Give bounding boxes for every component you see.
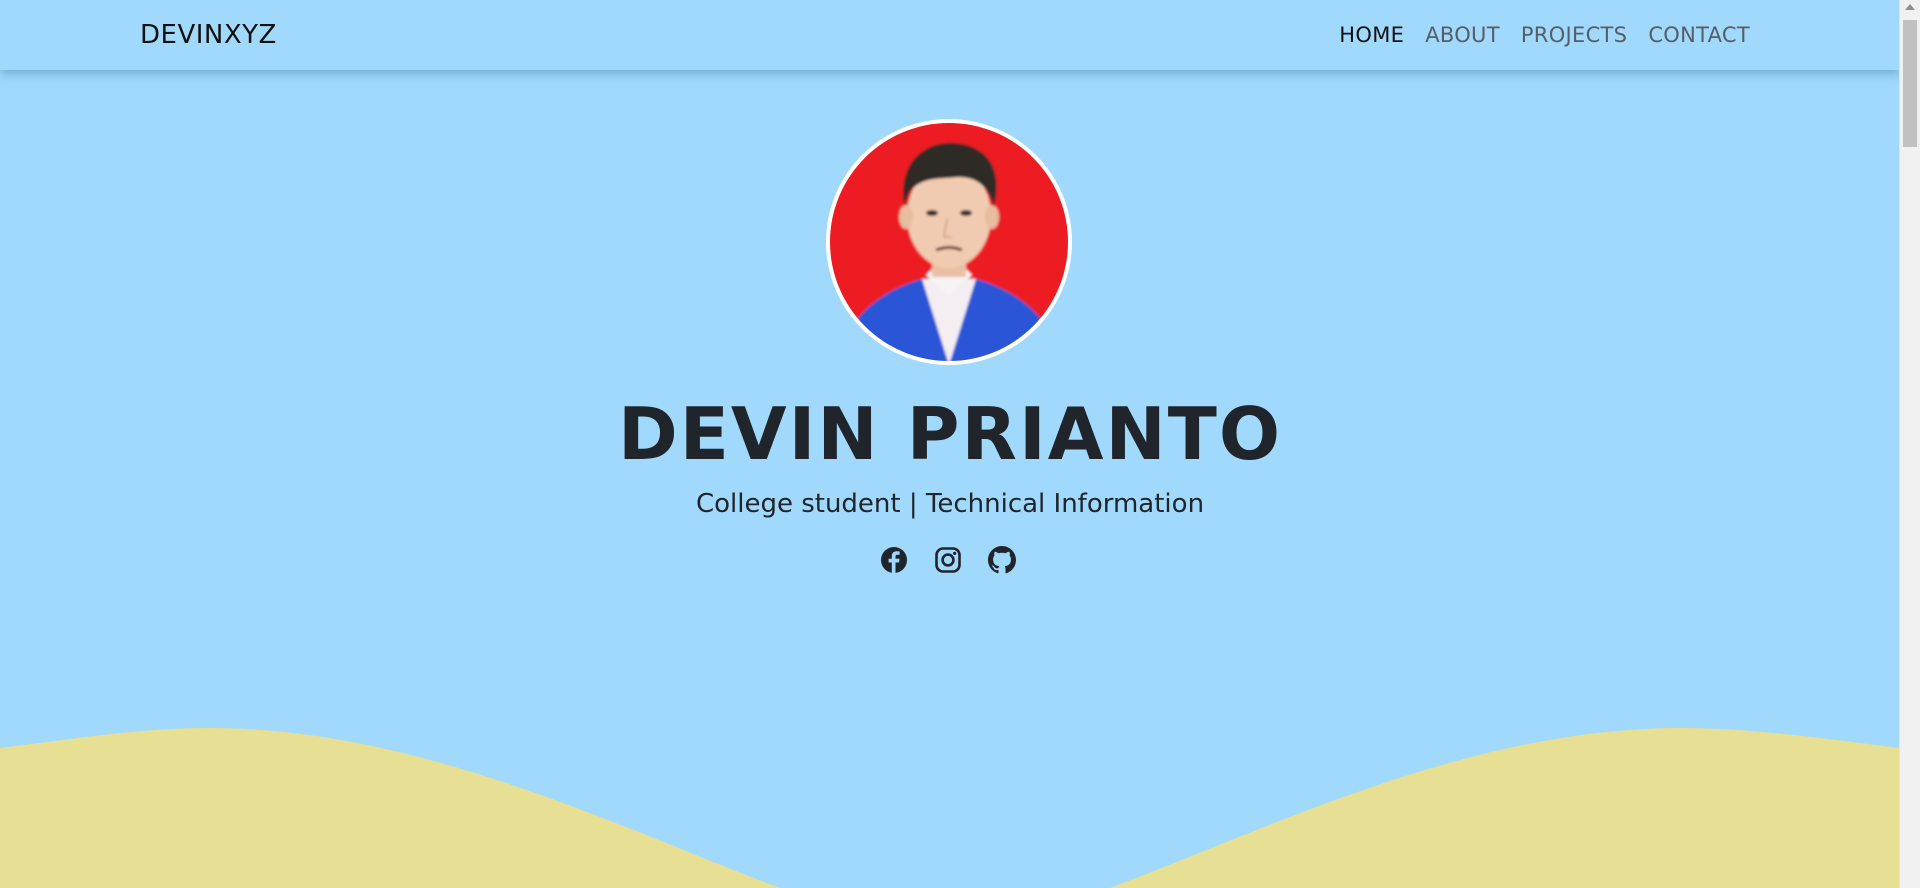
scroll-up-icon[interactable] <box>1905 4 1915 10</box>
github-icon[interactable] <box>988 546 1016 574</box>
nav-about[interactable]: ABOUT <box>1425 22 1500 48</box>
nav-projects[interactable]: PROJECTS <box>1521 22 1627 48</box>
nav-contact[interactable]: CONTACT <box>1648 22 1750 48</box>
hero-name: DEVIN PRIANTO <box>617 392 1283 476</box>
nav-home[interactable]: HOME <box>1339 22 1404 48</box>
scrollbar[interactable] <box>1899 0 1920 888</box>
social-links <box>880 546 1016 574</box>
profile-avatar <box>826 119 1072 365</box>
brand-logo[interactable]: DEVINXYZ <box>140 20 277 50</box>
hero-subtitle: College student | Technical Information <box>695 489 1205 519</box>
facebook-icon[interactable] <box>880 546 908 574</box>
scroll-thumb[interactable] <box>1903 20 1917 147</box>
hero-section: DEVIN PRIANTO College student | Technica… <box>0 0 1900 888</box>
nav-menu: HOME ABOUT PROJECTS CONTACT <box>1339 22 1750 48</box>
page: DEVINXYZ HOME ABOUT PROJECTS CONTACT DEV… <box>0 0 1920 888</box>
instagram-icon[interactable] <box>934 546 962 574</box>
navbar: DEVINXYZ HOME ABOUT PROJECTS CONTACT <box>0 0 1900 70</box>
